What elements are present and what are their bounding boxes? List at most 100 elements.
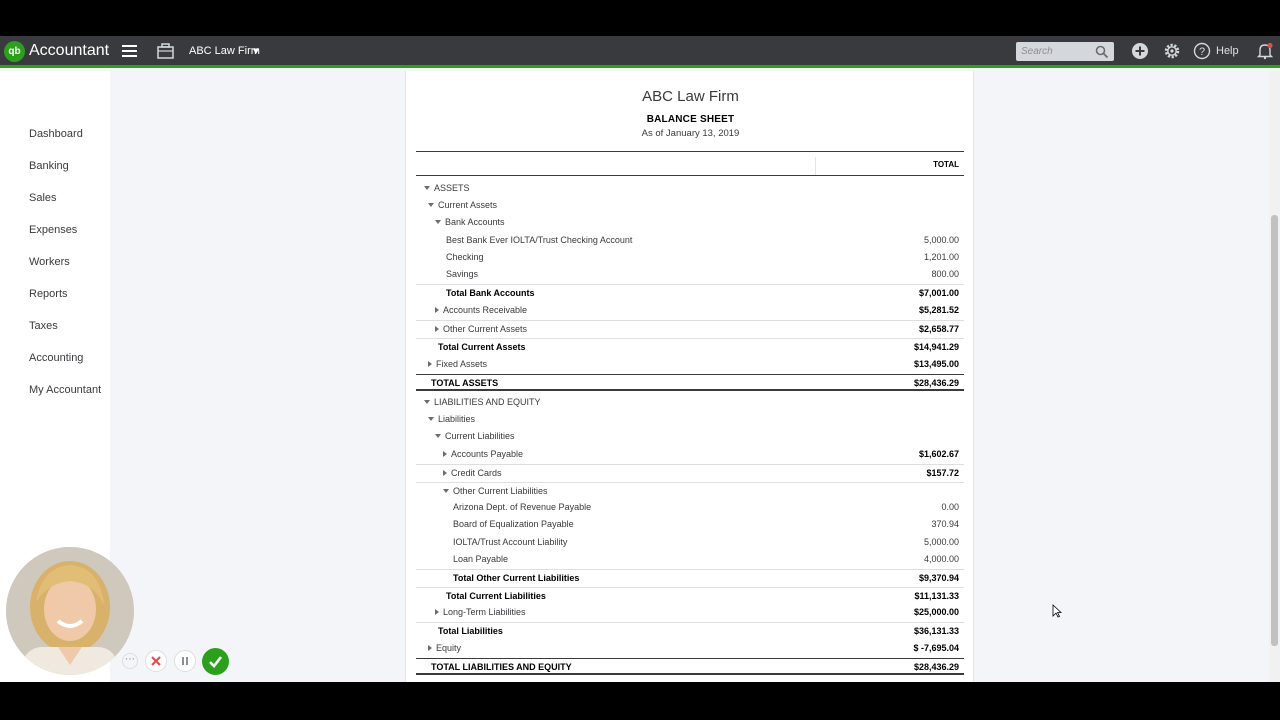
row-amount[interactable]: $5,281.52 xyxy=(919,305,959,315)
collapse-caret-icon[interactable] xyxy=(428,203,434,207)
row-label[interactable]: LIABILITIES AND EQUITY xyxy=(424,397,541,407)
help-icon[interactable]: ? xyxy=(1193,42,1211,60)
table-row[interactable]: Savings 800.00 xyxy=(416,266,964,283)
table-row[interactable]: Total Bank Accounts $7,001.00 xyxy=(416,284,964,301)
sidebar-item-taxes[interactable]: Taxes xyxy=(29,320,58,332)
sidebar-item-expenses[interactable]: Expenses xyxy=(29,224,77,236)
table-row[interactable]: Checking 1,201.00 xyxy=(416,249,964,266)
sidebar-item-banking[interactable]: Banking xyxy=(29,160,69,172)
table-row[interactable]: Arizona Dept. of Revenue Payable 0.00 xyxy=(416,499,964,516)
row-amount[interactable]: 370.94 xyxy=(931,519,959,529)
collapse-caret-icon[interactable] xyxy=(428,417,434,421)
row-label[interactable]: Long-Term Liabilities xyxy=(435,607,526,617)
create-plus-icon[interactable] xyxy=(1131,42,1149,60)
table-row[interactable]: Accounts Payable $1,602.67 xyxy=(416,446,964,463)
row-label[interactable]: Liabilities xyxy=(428,414,475,424)
table-row[interactable]: TOTAL LIABILITIES AND EQUITY $28,436.29 xyxy=(416,658,964,675)
finish-recording-button[interactable] xyxy=(202,648,229,675)
table-row[interactable]: Total Current Liabilities $11,131.33 xyxy=(416,587,964,604)
scrollbar-thumb[interactable] xyxy=(1271,215,1278,646)
expand-caret-icon[interactable] xyxy=(443,470,447,476)
table-row[interactable]: ASSETS xyxy=(416,180,964,197)
row-label[interactable]: Current Assets xyxy=(428,200,497,210)
table-row[interactable]: Current Assets xyxy=(416,197,964,214)
row-amount[interactable]: 0.00 xyxy=(941,502,959,512)
row-label[interactable]: Other Current Assets xyxy=(435,324,527,334)
search-icon[interactable] xyxy=(1095,45,1109,59)
bell-icon[interactable] xyxy=(1256,42,1274,60)
quickbooks-logo-icon[interactable]: qb xyxy=(4,41,25,62)
row-label[interactable]: Credit Cards xyxy=(443,468,502,478)
table-row[interactable]: Liabilities xyxy=(416,411,964,428)
row-amount[interactable]: $25,000.00 xyxy=(914,607,959,617)
row-label[interactable]: Current Liabilities xyxy=(435,431,515,441)
expand-caret-icon[interactable] xyxy=(435,609,439,615)
table-row[interactable]: Fixed Assets $13,495.00 xyxy=(416,356,964,373)
row-amount[interactable]: 1,201.00 xyxy=(924,252,959,262)
collapse-caret-icon[interactable] xyxy=(435,434,441,438)
collapse-caret-icon[interactable] xyxy=(424,400,430,404)
gear-icon[interactable] xyxy=(1163,42,1181,60)
table-row[interactable]: LIABILITIES AND EQUITY xyxy=(416,394,964,411)
table-row[interactable]: Credit Cards $157.72 xyxy=(416,464,964,481)
table-row[interactable]: Other Current Liabilities xyxy=(416,482,964,499)
table-row[interactable]: TOTAL ASSETS $28,436.29 xyxy=(416,374,964,391)
collapse-caret-icon[interactable] xyxy=(424,186,430,190)
scrollbar[interactable] xyxy=(1269,71,1280,682)
row-amount[interactable]: 5,000.00 xyxy=(924,537,959,547)
table-row[interactable]: Total Liabilities $36,131.33 xyxy=(416,622,964,639)
search-box[interactable] xyxy=(1016,42,1114,61)
expand-caret-icon[interactable] xyxy=(428,645,432,651)
table-row[interactable]: Equity $ -7,695.04 xyxy=(416,640,964,657)
sidebar-item-dashboard[interactable]: Dashboard xyxy=(29,128,83,140)
menu-icon[interactable] xyxy=(122,45,137,57)
table-row[interactable]: Board of Equalization Payable 370.94 xyxy=(416,516,964,533)
table-row[interactable]: Accounts Receivable $5,281.52 xyxy=(416,302,964,319)
table-row[interactable]: Bank Accounts xyxy=(416,214,964,231)
table-row[interactable]: Loan Payable 4,000.00 xyxy=(416,551,964,568)
row-amount[interactable]: $14,941.29 xyxy=(914,342,959,352)
row-amount[interactable]: $9,370.94 xyxy=(919,573,959,583)
cancel-recording-button[interactable] xyxy=(145,650,167,672)
search-input[interactable] xyxy=(1021,44,1093,59)
table-row[interactable]: Total Current Assets $14,941.29 xyxy=(416,338,964,355)
sidebar-item-workers[interactable]: Workers xyxy=(29,256,70,268)
column-header-total[interactable]: TOTAL xyxy=(933,160,959,169)
pause-recording-button[interactable] xyxy=(174,650,196,672)
client-list-icon[interactable] xyxy=(157,43,174,59)
company-selector[interactable]: ABC Law Firm xyxy=(189,45,260,57)
table-row[interactable]: Long-Term Liabilities $25,000.00 xyxy=(416,604,964,621)
expand-caret-icon[interactable] xyxy=(428,361,432,367)
sidebar-item-accounting[interactable]: Accounting xyxy=(29,352,83,364)
row-amount[interactable]: 5,000.00 xyxy=(924,235,959,245)
sidebar-item-reports[interactable]: Reports xyxy=(29,288,68,300)
row-label[interactable]: Accounts Payable xyxy=(443,449,523,459)
row-amount[interactable]: $28,436.29 xyxy=(914,378,959,388)
row-label[interactable]: Equity xyxy=(428,643,461,653)
collapse-caret-icon[interactable] xyxy=(443,489,449,493)
expand-caret-icon[interactable] xyxy=(435,307,439,313)
row-amount[interactable]: 800.00 xyxy=(931,269,959,279)
row-label[interactable]: Bank Accounts xyxy=(435,217,505,227)
chevron-down-icon[interactable] xyxy=(253,49,259,54)
row-label[interactable]: Fixed Assets xyxy=(428,359,487,369)
collapse-caret-icon[interactable] xyxy=(435,220,441,224)
row-label[interactable]: Accounts Receivable xyxy=(435,305,527,315)
table-row[interactable]: Current Liabilities xyxy=(416,428,964,445)
more-options-icon[interactable]: ⋯ xyxy=(122,653,138,669)
table-row[interactable]: IOLTA/Trust Account Liability 5,000.00 xyxy=(416,534,964,551)
row-amount[interactable]: 4,000.00 xyxy=(924,554,959,564)
help-label[interactable]: Help xyxy=(1216,45,1239,57)
row-label[interactable]: ASSETS xyxy=(424,183,470,193)
row-amount[interactable]: $1,602.67 xyxy=(919,449,959,459)
row-amount[interactable]: $157.72 xyxy=(926,468,959,478)
row-amount[interactable]: $7,001.00 xyxy=(919,288,959,298)
sidebar-item-my-accountant[interactable]: My Accountant xyxy=(29,384,101,396)
expand-caret-icon[interactable] xyxy=(443,451,447,457)
row-amount[interactable]: $ -7,695.04 xyxy=(913,643,959,653)
row-amount[interactable]: $13,495.00 xyxy=(914,359,959,369)
row-amount[interactable]: $36,131.33 xyxy=(914,626,959,636)
row-amount[interactable]: $11,131.33 xyxy=(914,591,959,601)
table-row[interactable]: Best Bank Ever IOLTA/Trust Checking Acco… xyxy=(416,232,964,249)
sidebar-item-sales[interactable]: Sales xyxy=(29,192,57,204)
